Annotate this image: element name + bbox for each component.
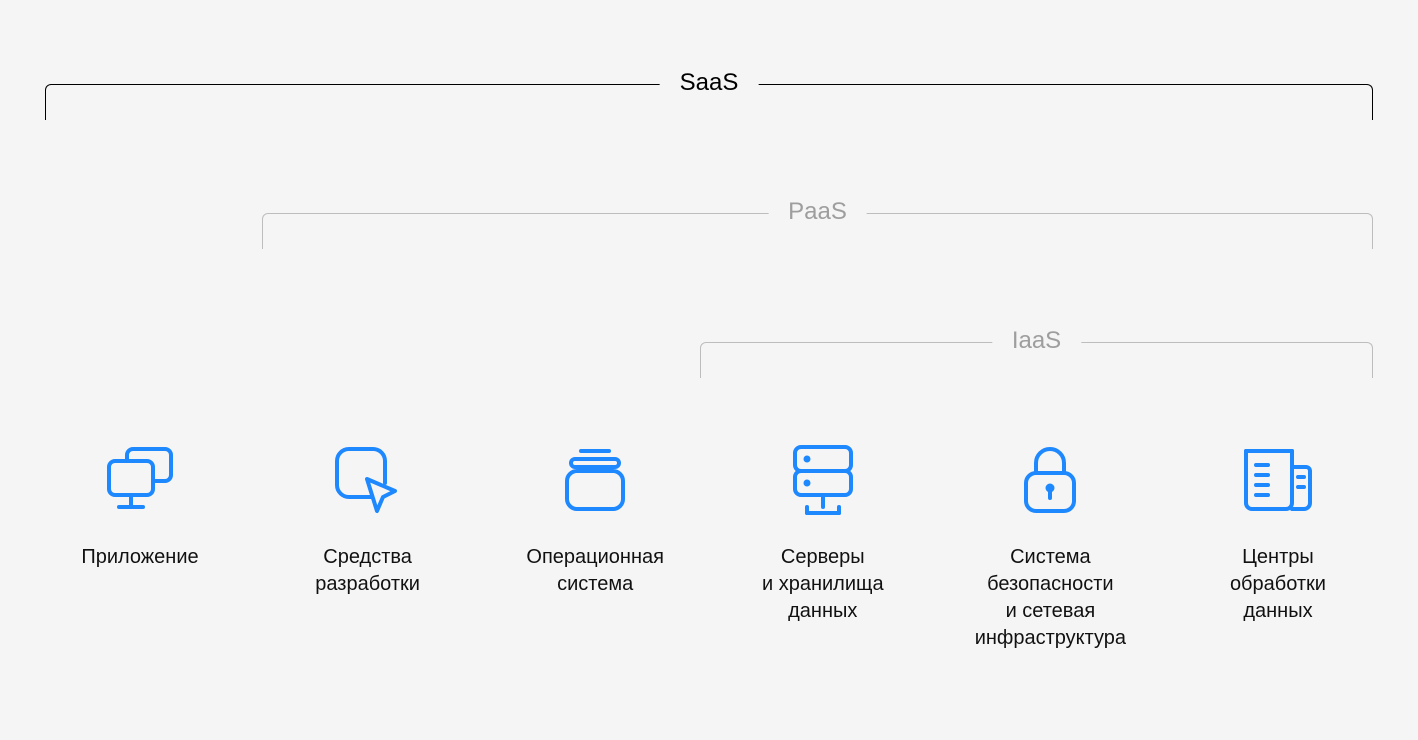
item-os-label: Операционная система	[526, 544, 664, 598]
lock-icon	[1010, 440, 1090, 520]
monitor-icon	[100, 440, 180, 520]
bracket-iaas-label: IaaS	[992, 327, 1081, 355]
beaker-icon	[1238, 440, 1318, 520]
item-os: Операционная система	[485, 440, 705, 652]
item-security-label: Система безопасности и сетевая инфрастру…	[975, 544, 1126, 652]
items-row: Приложение Средства разработки Операцион…	[30, 440, 1388, 652]
item-security: Система безопасности и сетевая инфрастру…	[940, 440, 1160, 652]
bracket-paas: PaaS	[262, 213, 1373, 249]
server-icon	[783, 440, 863, 520]
item-servers-label: Серверы и хранилища данных	[762, 544, 884, 625]
item-datacenter: Центры обработки данных	[1168, 440, 1388, 652]
item-devtools: Средства разработки	[258, 440, 478, 652]
cursor-icon	[328, 440, 408, 520]
bracket-iaas: IaaS	[700, 342, 1373, 378]
stack-icon	[555, 440, 635, 520]
item-datacenter-label: Центры обработки данных	[1230, 544, 1326, 625]
bracket-saas: SaaS	[45, 84, 1373, 120]
item-devtools-label: Средства разработки	[315, 544, 420, 598]
bracket-saas-label: SaaS	[660, 69, 759, 97]
item-application: Приложение	[30, 440, 250, 652]
item-application-label: Приложение	[81, 544, 198, 571]
bracket-paas-label: PaaS	[768, 198, 867, 226]
item-servers: Серверы и хранилища данных	[713, 440, 933, 652]
